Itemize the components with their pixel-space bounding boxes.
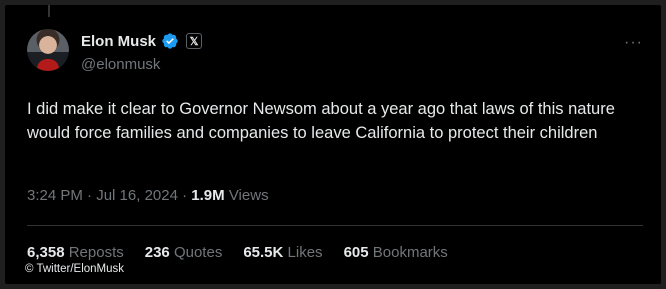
divider — [27, 225, 643, 226]
bookmarks-label: Bookmarks — [372, 244, 448, 261]
author-row: Elon Musk 𝕏 — [81, 32, 203, 50]
bookmarks-count: 605 — [343, 244, 369, 261]
quotes-count: 236 — [144, 244, 170, 261]
tweet-date[interactable]: Jul 16, 2024 — [96, 187, 178, 204]
views-label: Views — [228, 187, 269, 204]
views-count: 1.9M — [191, 187, 225, 204]
quotes-stat[interactable]: 236 Quotes — [145, 244, 223, 261]
display-name[interactable]: Elon Musk — [81, 33, 156, 50]
engagement-stats: 6,358 Reposts 236 Quotes 65.5K Likes 605… — [27, 244, 448, 261]
verified-badge-icon[interactable] — [161, 32, 179, 50]
tweet-time[interactable]: 3:24 PM — [27, 187, 83, 204]
username-handle[interactable]: @elonmusk — [81, 56, 160, 73]
quotes-label: Quotes — [173, 244, 223, 261]
avatar-shirt — [37, 59, 59, 71]
reposts-label: Reposts — [68, 244, 124, 261]
reposts-count: 6,358 — [27, 244, 65, 261]
more-options-icon[interactable]: ··· — [624, 35, 643, 51]
tweet-text: I did make it clear to Governor Newsom a… — [27, 100, 615, 142]
bookmarks-stat[interactable]: 605 Bookmarks — [344, 244, 448, 261]
reposts-stat[interactable]: 6,358 Reposts — [27, 244, 124, 261]
x-affiliation-icon[interactable]: 𝕏 — [186, 33, 203, 49]
meta-separator: · — [182, 187, 188, 204]
tweet-meta: 3:24 PM · Jul 16, 2024 · 1.9M Views — [27, 187, 269, 204]
thread-line — [48, 5, 50, 17]
tweet-card: Elon Musk 𝕏 @elonmusk ··· I did make it … — [5, 5, 661, 284]
likes-stat[interactable]: 65.5K Likes — [243, 244, 322, 261]
meta-separator: · — [87, 187, 93, 204]
likes-label: Likes — [287, 244, 323, 261]
likes-count: 65.5K — [243, 244, 284, 261]
avatar[interactable] — [27, 29, 69, 71]
image-credit: © Twitter/ElonMusk — [25, 263, 125, 275]
